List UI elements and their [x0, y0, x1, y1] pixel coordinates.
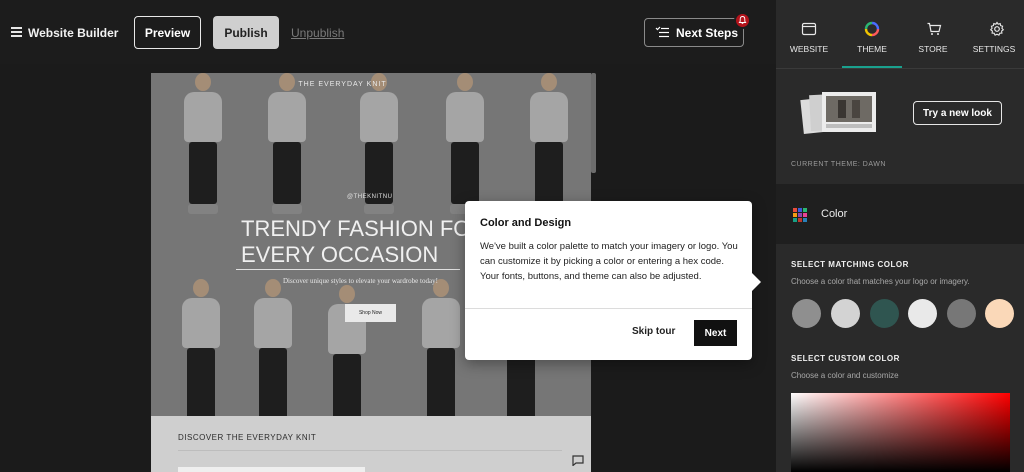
unpublish-link[interactable]: Unpublish [291, 26, 344, 40]
custom-color-title: SELECT CUSTOM COLOR [791, 354, 900, 363]
tour-title: Color and Design [480, 217, 572, 229]
current-theme-label: CURRENT THEME: DAWN [791, 161, 886, 168]
hero-divider [236, 269, 460, 270]
tour-next-button[interactable]: Next [694, 320, 737, 346]
preview-button[interactable]: Preview [134, 16, 201, 49]
product-thumbnails [178, 467, 365, 472]
color-swatch[interactable] [908, 299, 937, 328]
color-section-label: Color [821, 208, 848, 220]
tab-store-label: STORE [918, 44, 948, 54]
color-swatch[interactable] [831, 299, 860, 328]
tabs-divider [776, 68, 1024, 69]
tab-settings-label: SETTINGS [972, 44, 1016, 54]
discover-section[interactable]: DISCOVER THE EVERYDAY KNIT [151, 416, 591, 472]
right-panel: WEBSITE THEME STORE SETTINGS Try a new l… [776, 0, 1024, 472]
browser-window-icon [801, 22, 817, 36]
tab-settings[interactable]: SETTINGS [964, 0, 1024, 68]
color-section-header[interactable]: Color [776, 184, 1024, 244]
preview-scrollbar[interactable] [591, 73, 596, 173]
gear-icon [989, 21, 1005, 36]
tour-divider [465, 308, 752, 309]
custom-color-subtitle: Choose a color and customize [791, 371, 899, 380]
color-swatch[interactable] [947, 299, 976, 328]
hero-subtitle: Discover unique styles to elevate your w… [283, 277, 438, 285]
site-handle: @THEKNITNU [347, 194, 393, 200]
discover-divider [178, 450, 562, 451]
chat-icon[interactable] [572, 455, 584, 466]
shop-now-button[interactable]: Shop Now [345, 304, 396, 322]
try-new-look-button[interactable]: Try a new look [913, 101, 1002, 125]
matching-color-title: SELECT MATCHING COLOR [791, 260, 909, 269]
color-picker-area[interactable] [791, 393, 1010, 472]
skip-tour-button[interactable]: Skip tour [628, 322, 679, 341]
app-title[interactable]: Website Builder [28, 26, 118, 40]
color-swatch[interactable] [985, 299, 1014, 328]
color-palette-icon [793, 208, 807, 222]
theme-preview-thumbnail[interactable] [800, 88, 888, 138]
top-bar: Website Builder Preview Publish Unpublis… [0, 0, 776, 64]
checklist-icon [655, 26, 669, 38]
publish-button[interactable]: Publish [213, 16, 279, 49]
color-swatch[interactable] [792, 299, 821, 328]
tab-store[interactable]: STORE [902, 0, 964, 68]
tab-website-label: WEBSITE [789, 44, 829, 54]
tour-popover: Color and Design We've built a color pal… [465, 201, 752, 360]
color-swatch[interactable] [870, 299, 899, 328]
tab-website[interactable]: WEBSITE [776, 0, 842, 68]
tour-popover-arrow [752, 273, 761, 291]
site-brand: THE EVERYDAY KNIT [298, 81, 387, 88]
notification-bell-icon[interactable] [734, 12, 751, 29]
tab-theme[interactable]: THEME [842, 0, 902, 68]
color-wheel-icon [864, 21, 880, 37]
hamburger-menu-icon[interactable] [11, 27, 22, 37]
tab-theme-label: THEME [857, 44, 887, 54]
shopping-cart-icon [927, 22, 942, 35]
tour-body: We've built a color palette to match you… [480, 241, 738, 282]
discover-title: DISCOVER THE EVERYDAY KNIT [178, 433, 317, 442]
matching-color-subtitle: Choose a color that matches your logo or… [791, 277, 970, 286]
